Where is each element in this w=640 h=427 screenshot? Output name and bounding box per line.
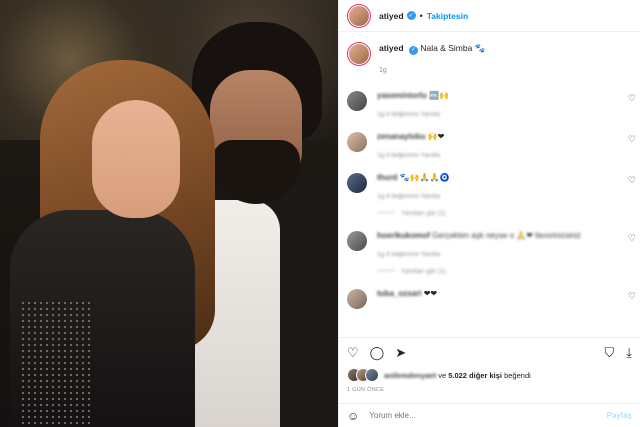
comment-text: 🐾🙌🙏🙏🧿 <box>399 172 450 182</box>
comment-avatar[interactable] <box>347 90 367 111</box>
share-send-icon[interactable]: ➤ <box>395 345 406 361</box>
save-bookmark-icon[interactable]: ⛉ <box>604 345 614 361</box>
author-avatar[interactable] <box>347 3 371 28</box>
comment-row: zenanaylobu 🙌❤ 1g 4 beğenme Yanıtla ♡ <box>347 131 636 159</box>
like-heart-icon[interactable]: ♡ <box>347 345 359 361</box>
comment-text: ❤❤ <box>423 288 438 298</box>
comment-like-heart-icon[interactable]: ♡ <box>628 291 636 302</box>
comment-username[interactable]: hoerikukomof <box>377 231 430 240</box>
view-replies-link[interactable]: Yanıtları gör (1) <box>377 210 632 217</box>
comment-row: hoerikukomof Gerçekten aşk neyse o 🙏❤ fa… <box>347 230 636 275</box>
comment-avatar[interactable] <box>347 131 367 152</box>
comments-list[interactable]: atiyed ✓ Nala & Simba 🐾 1g yasemintorlu … <box>339 32 640 337</box>
comment-avatar[interactable] <box>347 230 367 251</box>
liker-avatar[interactable] <box>365 368 379 382</box>
comment-like-heart-icon[interactable]: ♡ <box>628 175 636 186</box>
post-header: atiyed ✓ • Takiptesin <box>339 0 640 32</box>
comment-row: thurd 🐾🙌🙏🙏🧿 1g 4 beğenme Yanıtla Yanıtla… <box>347 172 636 217</box>
post-time-ago: 1 GÜN ÖNCE <box>347 387 385 393</box>
post-caption: atiyed ✓ Nala & Simba 🐾 1g <box>347 42 632 77</box>
caption-time: 1g <box>379 66 387 74</box>
jacket-studs <box>20 300 90 427</box>
caption-text: Nala & Simba 🐾 <box>420 43 486 53</box>
caption-username[interactable]: atiyed <box>379 43 404 53</box>
liker-username[interactable]: anilemdenyaet <box>384 371 436 380</box>
comment-username[interactable]: yasemintorlu <box>377 91 427 100</box>
instagram-post: atiyed ✓ • Takiptesin atiyed ✓ Nala & Si… <box>0 0 640 427</box>
comment-bubble-icon[interactable]: ◯ <box>370 345 385 361</box>
likes-suffix: beğendi <box>502 370 531 380</box>
comment-username[interactable]: tuba_ozsari <box>377 289 421 298</box>
comment-row: yasemintorlu 🔤🙌 1g 4 beğenme Yanıtla ♡ <box>347 90 636 118</box>
comment-input[interactable] <box>369 411 607 420</box>
likes-count-link[interactable]: 5.022 diğer kişi <box>448 371 502 380</box>
view-replies-link[interactable]: Yanıtları gör (1) <box>377 268 632 275</box>
comment-text: 🙌❤ <box>427 131 445 141</box>
post-comment-button[interactable]: Paylaş <box>607 411 632 420</box>
verified-badge-icon: ✓ <box>408 45 418 55</box>
comment-text: 🔤🙌 <box>429 90 449 100</box>
comment-avatar[interactable] <box>347 172 367 193</box>
caption-avatar[interactable] <box>347 42 371 66</box>
comment-avatar[interactable] <box>347 288 367 309</box>
post-side-panel: atiyed ✓ • Takiptesin atiyed ✓ Nala & Si… <box>338 0 640 427</box>
following-button[interactable]: Takiptesin <box>427 11 468 21</box>
post-photo[interactable] <box>0 0 338 427</box>
comment-like-heart-icon[interactable]: ♡ <box>628 233 636 244</box>
comment-meta: 1g 4 beğenme Yanıtla <box>377 250 441 258</box>
comment-meta: 1g 4 beğenme Yanıtla <box>377 192 441 200</box>
add-comment-bar: ☺ Paylaş <box>339 403 640 427</box>
post-actions-bar: ♡ ◯ ➤ ⛉ ⤓ <box>339 337 640 367</box>
comment-meta: 1g 4 beğenme Yanıtla <box>377 110 441 118</box>
download-icon[interactable]: ⤓ <box>626 345 632 361</box>
likes-conjunction: ve <box>436 370 449 380</box>
comment-meta: 1g 4 beğenme Yanıtla <box>377 151 441 159</box>
comment-row: tuba_ozsari ❤❤ ♡ <box>347 288 636 309</box>
comment-text: Gerçekten aşk neyse o 🙏❤ favorinizsiniz <box>432 230 581 240</box>
comment-like-heart-icon[interactable]: ♡ <box>628 93 636 104</box>
comment-username[interactable]: thurd <box>377 173 397 182</box>
likes-summary: anilemdenyaet ve 5.022 diğer kişi beğend… <box>339 367 640 383</box>
verified-badge-icon: ✓ <box>406 11 416 20</box>
comment-like-heart-icon[interactable]: ♡ <box>628 134 636 145</box>
woman-face <box>92 100 180 218</box>
comment-username[interactable]: zenanaylobu <box>377 132 425 141</box>
emoji-icon[interactable]: ☺ <box>347 409 359 423</box>
author-username[interactable]: atiyed <box>379 11 404 21</box>
separator-dot: • <box>419 10 423 21</box>
